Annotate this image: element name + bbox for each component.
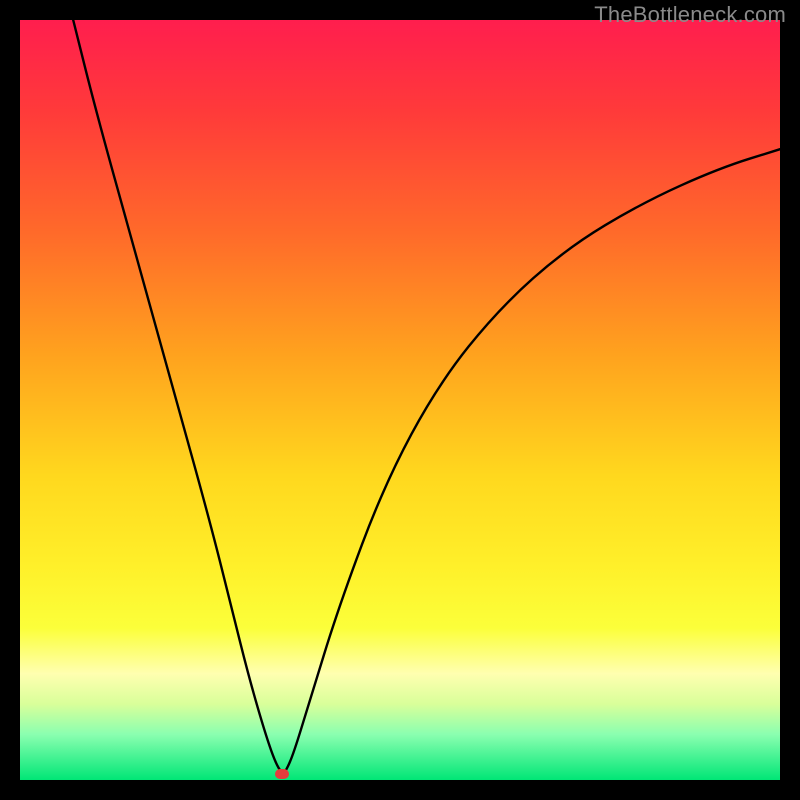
bottleneck-curve [20, 20, 780, 780]
chart-plot-area [20, 20, 780, 780]
watermark-text: TheBottleneck.com [594, 2, 786, 28]
chart-stage: TheBottleneck.com [0, 0, 800, 800]
minimum-marker [275, 769, 289, 779]
